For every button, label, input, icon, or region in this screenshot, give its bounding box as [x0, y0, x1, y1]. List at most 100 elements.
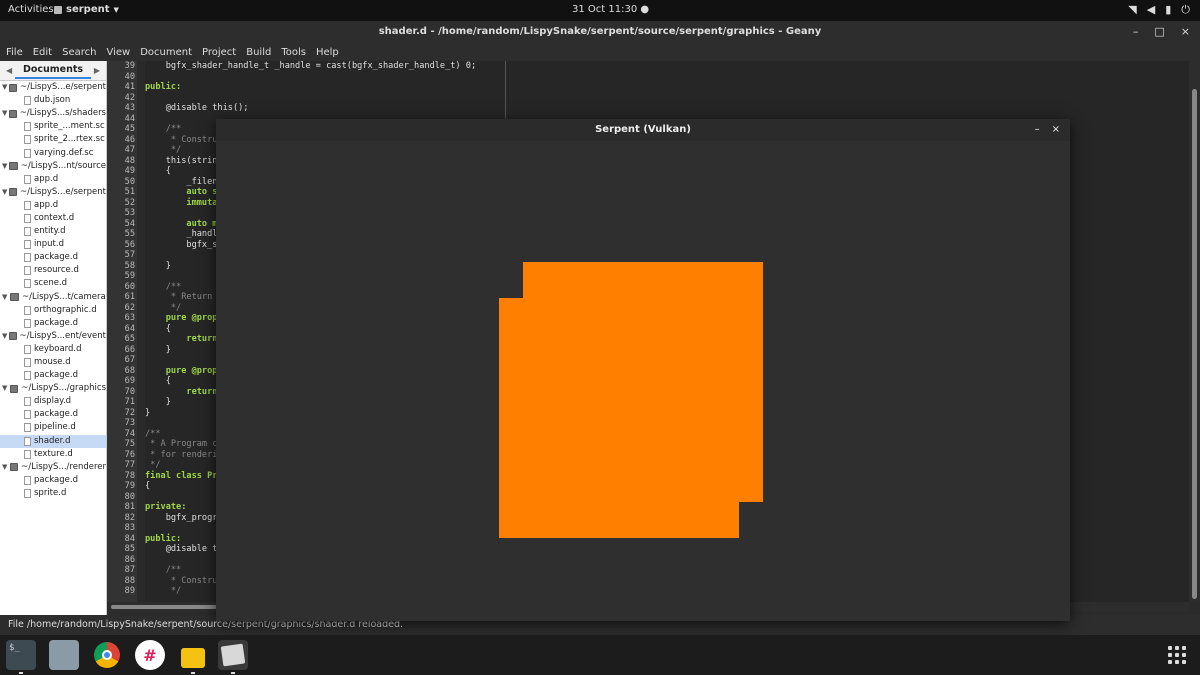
tree-file[interactable]: orthographic.d [0, 304, 106, 317]
tree-label: package.d [34, 370, 78, 381]
image-viewer-icon[interactable] [218, 640, 248, 674]
file-icon [24, 200, 31, 210]
tree-folder[interactable]: ▼ ~/LispyS...ent/event [0, 330, 106, 343]
tree-label: dub.json [34, 95, 71, 106]
scroll-right-icon[interactable]: ▶ [94, 66, 100, 75]
menu-item-project[interactable]: Project [202, 47, 236, 58]
system-tray[interactable]: ◥ ◀ ▮ ⏻ [1128, 3, 1190, 17]
minimize-icon[interactable]: – [1035, 119, 1040, 141]
menu-item-tools[interactable]: Tools [281, 47, 306, 58]
line-number: 84 [124, 533, 135, 544]
scroll-left-icon[interactable]: ◀ [6, 66, 12, 75]
chrome-icon[interactable] [92, 640, 122, 670]
expander-icon[interactable]: ▼ [2, 186, 9, 199]
expander-icon[interactable]: ▼ [2, 291, 10, 304]
tree-folder[interactable]: ▼ ~/LispyS.../renderer [0, 461, 106, 474]
tree-file[interactable]: context.d [0, 212, 106, 225]
tree-label: ~/LispyS.../renderer [21, 461, 106, 472]
tree-folder[interactable]: ▼ ~/LispyS...e/serpent [0, 81, 106, 94]
tree-folder[interactable]: ▼ ~/LispyS...e/serpent [0, 186, 106, 199]
line-number: 74 [124, 428, 135, 439]
tree-file[interactable]: keyboard.d [0, 343, 106, 356]
terminal-icon[interactable]: $_ [6, 640, 36, 674]
expander-icon[interactable]: ▼ [2, 330, 9, 343]
tree-file[interactable]: varying.def.sc [0, 146, 106, 159]
fold-margin[interactable] [137, 61, 145, 602]
menu-item-document[interactable]: Document [140, 47, 192, 58]
code-line[interactable] [145, 93, 1189, 104]
menu-item-help[interactable]: Help [316, 47, 339, 58]
tree-folder[interactable]: ▼ ~/LispyS...s/shaders [0, 107, 106, 120]
tree-file[interactable]: sprite.d [0, 487, 106, 500]
vertical-scrollbar[interactable] [1189, 61, 1200, 602]
slack-icon[interactable]: # [135, 640, 165, 670]
close-icon[interactable]: × [1181, 25, 1190, 38]
code-line[interactable] [145, 72, 1189, 83]
tree-folder[interactable]: ▼ ~/LispyS...t/camera [0, 291, 106, 304]
clock[interactable]: 31 Oct 11:30 ● [572, 4, 649, 15]
document-tree: ▼ ~/LispyS...e/serpent dub.json ▼ ~/LispyS..… [0, 81, 106, 500]
tree-file[interactable]: app.d [0, 173, 106, 186]
menu-item-build[interactable]: Build [246, 47, 271, 58]
expander-icon[interactable]: ▼ [2, 107, 9, 120]
code-line[interactable]: public: [145, 82, 1189, 93]
minimize-icon[interactable]: – [1133, 25, 1139, 38]
app-menu[interactable]: serpent ▼ [54, 4, 119, 15]
tree-folder[interactable]: ▼ ~/LispyS...nt/source [0, 160, 106, 173]
tree-file[interactable]: package.d [0, 251, 106, 264]
expander-icon[interactable]: ▼ [2, 81, 9, 94]
show-apps-icon[interactable] [1168, 646, 1186, 664]
tree-label: package.d [34, 252, 78, 263]
activities-button[interactable]: Activities [8, 4, 54, 15]
running-indicator [191, 672, 195, 674]
vulkan-window[interactable]: Serpent (Vulkan) – × [216, 119, 1070, 621]
tab-documents[interactable]: Documents [14, 62, 92, 79]
tree-file[interactable]: resource.d [0, 264, 106, 277]
line-number: 60 [124, 281, 135, 292]
expander-icon[interactable]: ▼ [2, 461, 10, 474]
tree-file[interactable]: package.d [0, 474, 106, 487]
line-number: 66 [124, 344, 135, 355]
vulkan-window-titlebar[interactable]: Serpent (Vulkan) – × [216, 119, 1070, 141]
tree-label: entity.d [34, 226, 66, 237]
tree-file[interactable]: package.d [0, 408, 106, 421]
maximize-icon[interactable]: □ [1154, 25, 1164, 38]
tree-file[interactable]: entity.d [0, 225, 106, 238]
tree-file[interactable]: input.d [0, 238, 106, 251]
menu-item-view[interactable]: View [106, 47, 130, 58]
tree-folder[interactable]: ▼ ~/LispyS.../graphics [0, 382, 106, 395]
file-icon [24, 96, 31, 106]
folder-icon [8, 332, 17, 341]
tree-file[interactable]: texture.d [0, 448, 106, 461]
file-icon [24, 344, 31, 354]
tree-file[interactable]: sprite_...ment.sc [0, 120, 106, 133]
tree-label: ~/LispyS...nt/source [20, 160, 106, 171]
line-number-gutter: 39 40 41 42 43 44 45 46 47 48 49 50 51 52 53 54 55 56 57 58… [107, 61, 137, 602]
tree-file[interactable]: package.d [0, 369, 106, 382]
code-line[interactable]: bgfx_shader_handle_t _handle = cast(bgfx… [145, 61, 1189, 72]
tree-file[interactable]: shader.d [0, 434, 106, 448]
software-bag [181, 648, 205, 668]
files-icon[interactable] [49, 640, 79, 670]
close-icon[interactable]: × [1052, 119, 1060, 141]
software-icon[interactable] [178, 640, 208, 674]
tree-file[interactable]: dub.json [0, 94, 106, 107]
line-number: 64 [124, 323, 135, 334]
tree-file[interactable]: package.d [0, 317, 106, 330]
code-line[interactable]: @disable this(); [145, 103, 1189, 114]
menu-item-edit[interactable]: Edit [33, 47, 52, 58]
menu-item-search[interactable]: Search [62, 47, 96, 58]
expander-icon[interactable]: ▼ [2, 382, 10, 395]
expander-icon[interactable]: ▼ [2, 160, 9, 173]
tree-file[interactable]: sprite_2...rtex.sc [0, 133, 106, 146]
tree-file[interactable]: display.d [0, 395, 106, 408]
tree-file[interactable]: app.d [0, 199, 106, 212]
tree-file[interactable]: pipeline.d [0, 421, 106, 434]
tree-file[interactable]: scene.d [0, 277, 106, 290]
menu-item-file[interactable]: File [6, 47, 23, 58]
documents-sidebar: ◀ Documents ▶ ▼ ~/LispyS...e/serpent dub.j… [0, 61, 107, 615]
tree-label: keyboard.d [34, 343, 82, 354]
scrollbar-thumb[interactable] [1192, 89, 1197, 599]
line-number: 59 [124, 271, 135, 281]
tree-file[interactable]: mouse.d [0, 356, 106, 369]
